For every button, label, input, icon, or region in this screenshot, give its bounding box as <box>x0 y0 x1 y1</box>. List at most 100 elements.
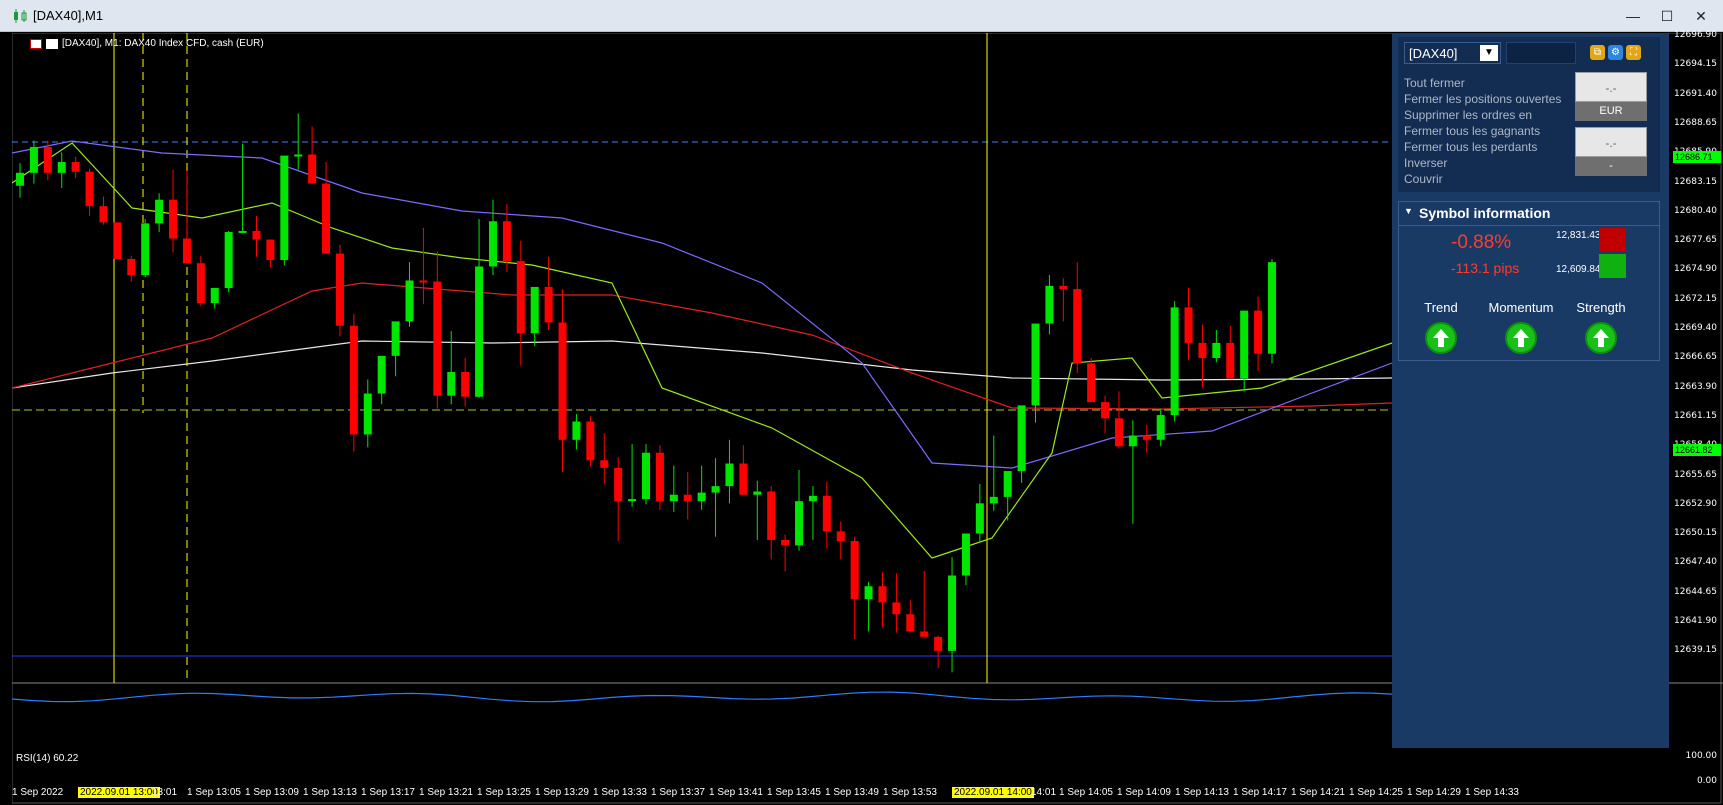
rsi-level-0: 0.00 <box>1696 776 1717 786</box>
expand-icon[interactable]: ⛶ <box>1626 45 1641 60</box>
time-axis-label: 1 Sep 14:25 <box>1349 787 1403 798</box>
chart-flag-icon <box>30 38 42 49</box>
candle-body <box>29 146 38 173</box>
candle-body <box>725 463 734 487</box>
candle-body <box>975 503 984 534</box>
candle-body <box>572 421 581 440</box>
candle-body <box>1198 342 1207 358</box>
price-axis-label: 12661.15 <box>1674 410 1717 421</box>
candle-body <box>1254 310 1263 354</box>
rsi-label: RSI(14) 60.22 <box>16 753 79 764</box>
candle-body <box>655 452 664 502</box>
price-tag-upper: 12686.71 <box>1673 151 1721 163</box>
time-axis-label: 1 Sep 13:37 <box>651 787 705 798</box>
time-axis-label: 1 Sep 14:29 <box>1407 787 1461 798</box>
candle-body <box>252 230 261 240</box>
maximize-button[interactable]: ☐ <box>1654 6 1680 26</box>
candle-body <box>795 501 804 546</box>
minimize-button[interactable]: — <box>1620 6 1646 26</box>
candle-body <box>822 495 831 532</box>
chevron-down-icon[interactable]: ▼ <box>1480 45 1498 61</box>
copy-icon[interactable]: ⧉ <box>1590 45 1605 60</box>
candle-body <box>1045 285 1054 324</box>
candle-body <box>711 486 720 493</box>
time-axis-label: 1 Sep 13:33 <box>593 787 647 798</box>
candle-body <box>808 495 817 502</box>
price-axis-label: 12666.65 <box>1674 352 1717 363</box>
time-axis-label: 1 Sep 13:49 <box>825 787 879 798</box>
gear-icon[interactable]: ⚙ <box>1608 45 1623 60</box>
strength-up-arrow-icon <box>1585 322 1617 354</box>
time-axis-label: 1 Sep 14:13 <box>1175 787 1229 798</box>
action-close-losers[interactable]: Fermer tous les perdants <box>1404 139 1561 155</box>
candle-body <box>308 154 317 184</box>
action-close-all[interactable]: Tout fermer <box>1404 75 1561 91</box>
candle-body <box>99 206 108 223</box>
time-axis-label: 1 Sep 13:17 <box>361 787 415 798</box>
candle-body <box>113 222 122 259</box>
action-close-winners[interactable]: Fermer tous les gagnants <box>1404 123 1561 139</box>
candle-body <box>349 325 358 435</box>
candle-body <box>906 614 915 632</box>
time-axis-label: 2022.09.01 13:00 <box>78 787 160 798</box>
candle-body <box>502 221 511 262</box>
candle-body <box>224 232 233 289</box>
day-high-value: 12,831.43 <box>1556 230 1601 241</box>
moving-average-white <box>12 340 1393 389</box>
action-hedge[interactable]: Couvrir <box>1404 171 1561 187</box>
candle-body <box>600 460 609 468</box>
chart-title: [DAX40], M1: DAX40 Index CFD, cash (EUR) <box>62 38 264 49</box>
action-close-open-positions[interactable]: Fermer les positions ouvertes <box>1404 91 1561 107</box>
time-axis-label: 1 Sep 13:05 <box>187 787 241 798</box>
symbol-information-header[interactable]: ▼ Symbol information <box>1399 202 1659 226</box>
candle-body <box>530 286 539 334</box>
candle-body <box>210 288 219 304</box>
candle-body <box>447 371 456 396</box>
window-title: [DAX40],M1 <box>33 8 104 23</box>
price-axis-label: 12691.40 <box>1674 88 1717 99</box>
candle-body <box>85 171 94 207</box>
candle-body <box>475 266 484 397</box>
price-axis-label: 12652.90 <box>1674 498 1717 509</box>
candle-body <box>558 322 567 440</box>
action-reverse[interactable]: Inverser <box>1404 155 1561 171</box>
momentum-label: Momentum <box>1488 300 1554 315</box>
time-axis-label: 13:01 <box>152 787 178 798</box>
panel-search-input[interactable] <box>1506 42 1576 64</box>
rsi-line <box>12 691 1513 703</box>
candle-body <box>1031 323 1040 406</box>
chart-settings-icon[interactable] <box>46 38 58 49</box>
moving-average-blue <box>12 140 1393 469</box>
candle-body <box>864 586 873 600</box>
candle-body <box>363 393 372 435</box>
candle-body <box>127 258 136 276</box>
collapse-triangle-icon[interactable]: ▼ <box>1404 206 1413 216</box>
candle-body <box>934 636 943 651</box>
price-axis-label: 12644.65 <box>1674 586 1717 597</box>
price-axis-label: 12696.90 <box>1674 30 1717 40</box>
candle-body <box>141 223 150 276</box>
day-low-value: 12,609.84 <box>1556 264 1601 275</box>
symbol-select[interactable]: [DAX40] ▼ <box>1404 42 1501 64</box>
rsi-level-100: 100.00 <box>1685 751 1718 761</box>
panel-actions-section: [DAX40] ▼ ⧉ ⚙ ⛶ Tout fermer Fermer les p… <box>1398 37 1660 192</box>
candle-body <box>1156 415 1165 440</box>
window-titlebar: [DAX40],M1 — ☐ ✕ <box>0 0 1723 32</box>
candle-body <box>544 286 553 323</box>
action-delete-orders[interactable]: Supprimer les ordres en <box>1404 107 1561 123</box>
candle-body <box>280 155 289 261</box>
price-axis-label: 12672.15 <box>1674 293 1717 304</box>
candle-body <box>739 463 748 495</box>
candle-body <box>781 539 790 546</box>
time-axis-label: 1 Sep 13:09 <box>245 787 299 798</box>
time-axis-label: 1 Sep 13:41 <box>709 787 763 798</box>
candle-body <box>697 492 706 502</box>
low-swatch <box>1599 254 1626 278</box>
candle-body <box>196 263 205 304</box>
price-axis-label: 12674.90 <box>1674 264 1717 275</box>
close-button[interactable]: ✕ <box>1688 6 1714 26</box>
chart-window[interactable]: [DAX40], M1: DAX40 Index CFD, cash (EUR)… <box>12 30 1723 805</box>
candle-body <box>669 494 678 502</box>
momentum-up-arrow-icon <box>1505 322 1537 354</box>
candle-body <box>642 452 650 500</box>
